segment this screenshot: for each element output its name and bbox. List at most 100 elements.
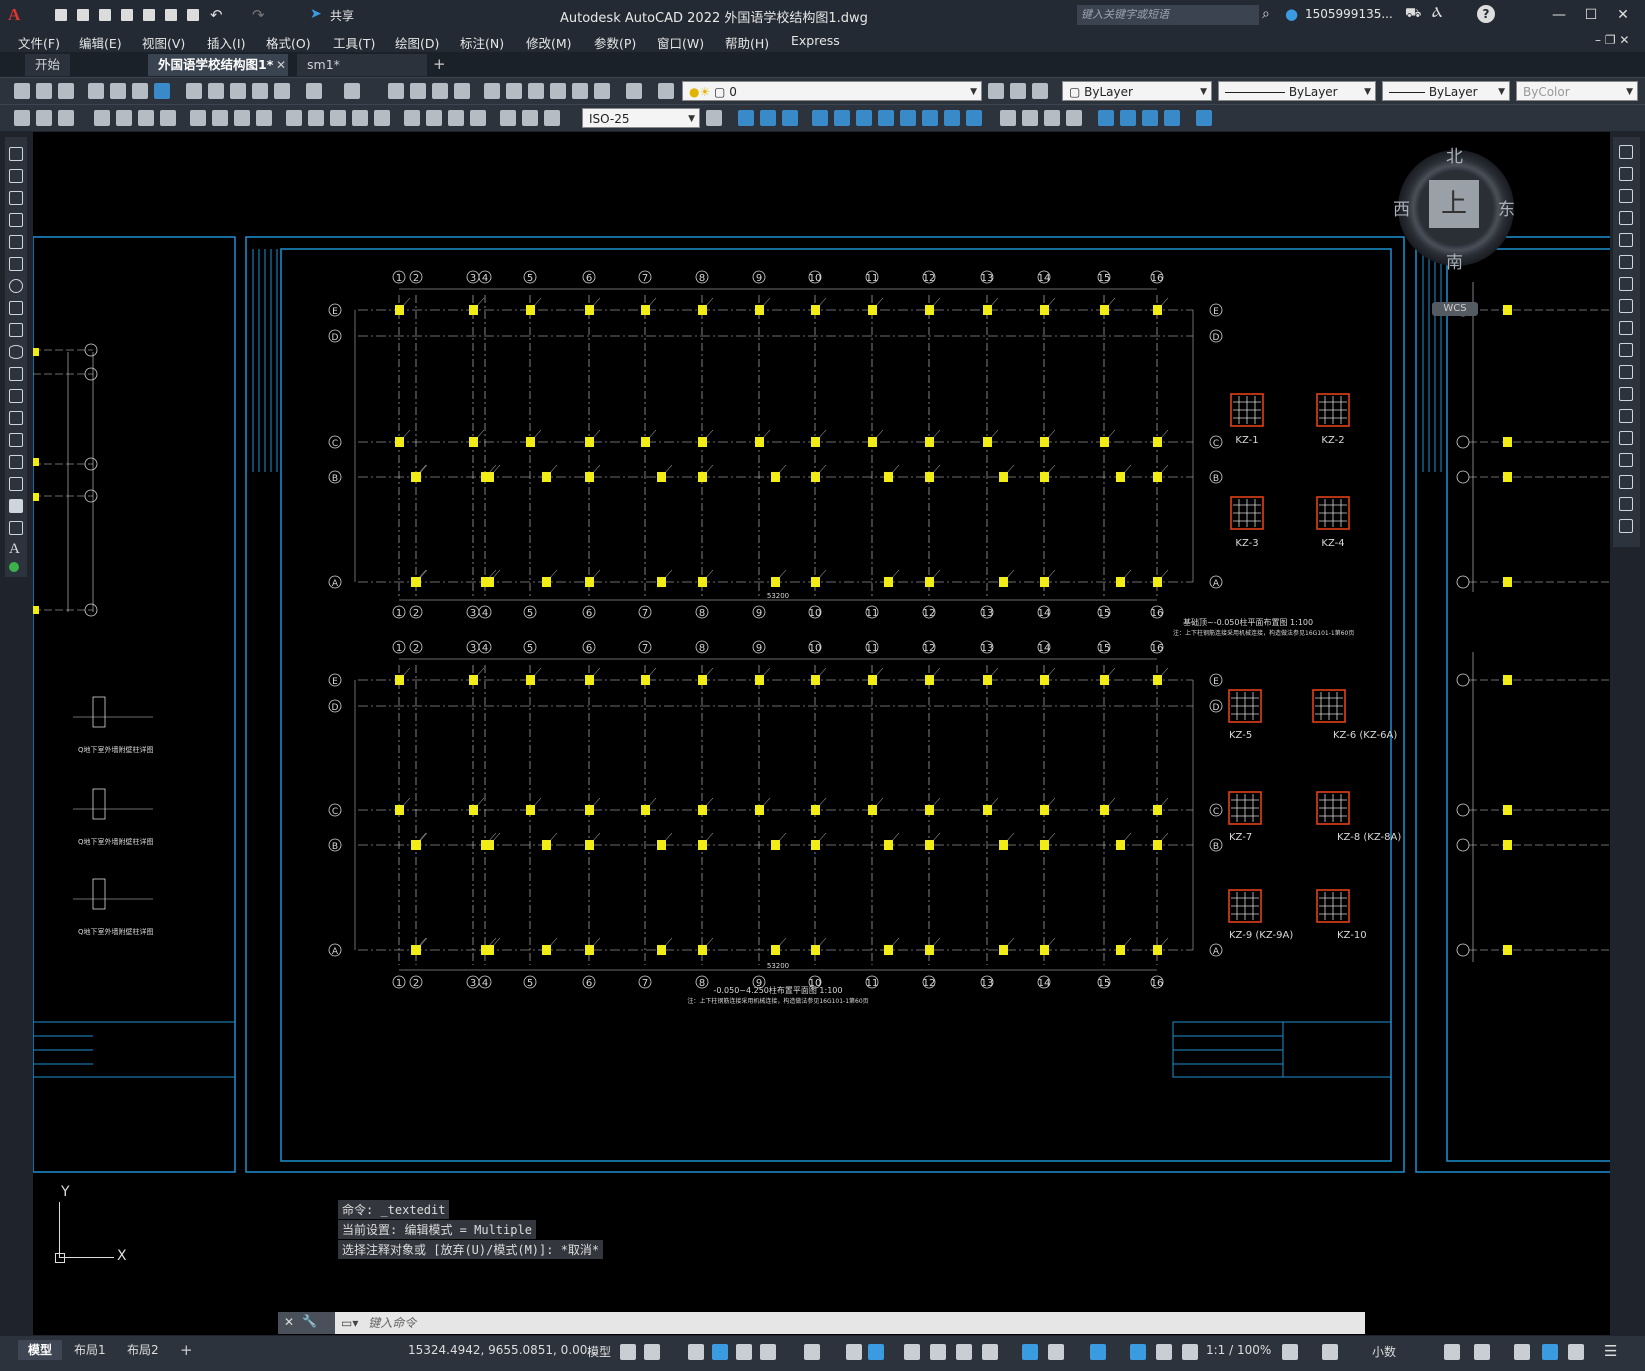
maximize-icon[interactable]: ☐	[1577, 4, 1605, 26]
polyline-icon[interactable]	[9, 191, 23, 205]
revcloud-icon[interactable]	[58, 110, 74, 126]
command-input[interactable]: ▭▾ 键入命令	[335, 1312, 1365, 1334]
save-as-icon[interactable]	[118, 6, 136, 24]
jogged-linear-icon[interactable]	[470, 110, 486, 126]
dim-text-edit-icon[interactable]	[522, 110, 538, 126]
dim-jogged-icon[interactable]	[212, 110, 228, 126]
save-icon[interactable]	[96, 6, 114, 24]
modify-tool-11-icon[interactable]	[966, 110, 982, 126]
quickcalc-icon[interactable]	[594, 83, 610, 99]
fillet-icon[interactable]	[1619, 475, 1633, 489]
annotation-visibility-icon[interactable]	[1130, 1344, 1146, 1360]
modify-tool-9-icon[interactable]	[922, 110, 938, 126]
selection-cycling-icon[interactable]	[956, 1344, 972, 1360]
layer-properties-icon[interactable]	[658, 83, 674, 99]
offset-icon[interactable]	[1619, 211, 1633, 225]
infer-constraints-icon[interactable]	[688, 1344, 704, 1360]
tool-palettes-icon[interactable]	[528, 83, 544, 99]
paste-icon[interactable]	[230, 83, 246, 99]
modify-tool-10-icon[interactable]	[944, 110, 960, 126]
redo-icon[interactable]: ↷	[252, 6, 270, 24]
modify-tool-4-icon[interactable]	[812, 110, 828, 126]
viewcube-west[interactable]: 西	[1393, 195, 1410, 220]
zoom-window-icon[interactable]	[432, 83, 448, 99]
explode-icon[interactable]	[1619, 519, 1633, 533]
make-current-icon[interactable]	[988, 83, 1004, 99]
redo-tb-icon[interactable]	[344, 83, 360, 99]
help-tb-icon[interactable]	[626, 83, 642, 99]
gradient-icon[interactable]	[9, 477, 23, 491]
coordinates-readout[interactable]: 15324.4942, 9655.0851, 0.00...	[408, 1343, 599, 1357]
search-icon[interactable]: ⌕	[1262, 6, 1270, 22]
block-editor-icon[interactable]	[274, 83, 290, 99]
open-web-icon[interactable]	[140, 6, 158, 24]
stretch-icon[interactable]	[1619, 321, 1633, 335]
dim-arc-icon[interactable]	[138, 110, 154, 126]
grid-icon[interactable]	[620, 1344, 636, 1360]
3d-osnap-icon[interactable]	[982, 1344, 998, 1360]
3d-print-icon[interactable]	[154, 83, 170, 99]
rotate-icon[interactable]	[1619, 277, 1633, 291]
modify-tool-17-icon[interactable]	[1120, 110, 1136, 126]
annotation-scale-value[interactable]: 1:1 / 100%	[1206, 1343, 1271, 1357]
modify-tool-18-icon[interactable]	[1142, 110, 1158, 126]
dim-radius-icon[interactable]	[190, 110, 206, 126]
dim-update-icon[interactable]	[544, 110, 560, 126]
drawing-canvas[interactable]: 1 1 2 2 3 3 4 4 5 5 6 6 7 7 8 8 9 9 10 10 11 11 12 12 13 13 14 14 15…	[33, 132, 1610, 1335]
plot-icon[interactable]	[184, 6, 202, 24]
dim-break-icon[interactable]	[374, 110, 390, 126]
match-prop-icon[interactable]	[252, 83, 268, 99]
object-snap-icon[interactable]	[868, 1344, 884, 1360]
revcloud-draw-icon[interactable]	[9, 301, 23, 315]
modify-tool-2-icon[interactable]	[760, 110, 776, 126]
sheet-set-icon[interactable]	[550, 83, 566, 99]
viewcube-north[interactable]: 北	[1446, 142, 1463, 167]
dimstyle-dropdown[interactable]: ISO-25 ▼	[582, 108, 700, 128]
model-space-toggle[interactable]: 模型	[587, 1343, 611, 1360]
lineweight-dropdown[interactable]: ByLayer ▼	[1382, 81, 1510, 101]
quick-properties-icon[interactable]	[1444, 1344, 1460, 1360]
layout-tab-2[interactable]: 布局2	[117, 1340, 169, 1360]
share-icon[interactable]: ➤	[310, 6, 322, 22]
menu-express[interactable]: Express	[791, 33, 840, 48]
selection-filter-icon[interactable]	[1048, 1344, 1064, 1360]
menu-edit[interactable]: 编辑(E)	[79, 33, 122, 52]
preview-icon[interactable]	[110, 83, 126, 99]
trim-icon[interactable]	[1619, 343, 1633, 357]
line-icon[interactable]	[9, 147, 23, 161]
modify-tool-20-icon[interactable]	[1196, 110, 1212, 126]
undo-tb-icon[interactable]	[306, 83, 322, 99]
transparency-icon[interactable]	[930, 1344, 946, 1360]
doc-window-controls[interactable]: – ❐ ✕	[1595, 33, 1629, 47]
dynamic-input-icon[interactable]	[712, 1344, 728, 1360]
mtext-icon[interactable]: A	[9, 541, 20, 558]
menu-window[interactable]: 窗口(W)	[657, 33, 704, 52]
layout-tab-1[interactable]: 布局1	[64, 1340, 116, 1360]
erase-icon[interactable]	[1619, 145, 1633, 159]
extend-icon[interactable]	[1619, 365, 1633, 379]
modify-tool-5-icon[interactable]	[834, 110, 850, 126]
wcs-menu[interactable]: WCS	[1432, 302, 1478, 316]
dim-aligned-icon[interactable]	[116, 110, 132, 126]
qselect-icon[interactable]	[14, 110, 30, 126]
dim-space-icon[interactable]	[352, 110, 368, 126]
close-command-icon[interactable]: ✕	[284, 1315, 294, 1329]
qnew-icon[interactable]	[14, 83, 30, 99]
tolerance-icon[interactable]	[404, 110, 420, 126]
share-button[interactable]: 共享	[330, 7, 354, 24]
break-icon[interactable]	[1619, 409, 1633, 423]
autodesk-a360-icon[interactable]: Ⲁ	[1432, 5, 1442, 21]
dim-continue-icon[interactable]	[330, 110, 346, 126]
spline-icon[interactable]	[9, 323, 23, 337]
zoom-previous-icon[interactable]	[454, 83, 470, 99]
polar-icon[interactable]	[760, 1344, 776, 1360]
quick-dim-icon[interactable]	[286, 110, 302, 126]
join-icon[interactable]	[1619, 431, 1633, 445]
copy-object-icon[interactable]	[1619, 167, 1633, 181]
hatch-icon[interactable]	[9, 455, 23, 469]
break-point-icon[interactable]	[1619, 387, 1633, 401]
table-icon[interactable]	[9, 521, 23, 535]
open-icon[interactable]	[36, 83, 52, 99]
close-tab-icon[interactable]: ✕	[276, 58, 286, 72]
menu-file[interactable]: 文件(F)	[18, 33, 60, 52]
